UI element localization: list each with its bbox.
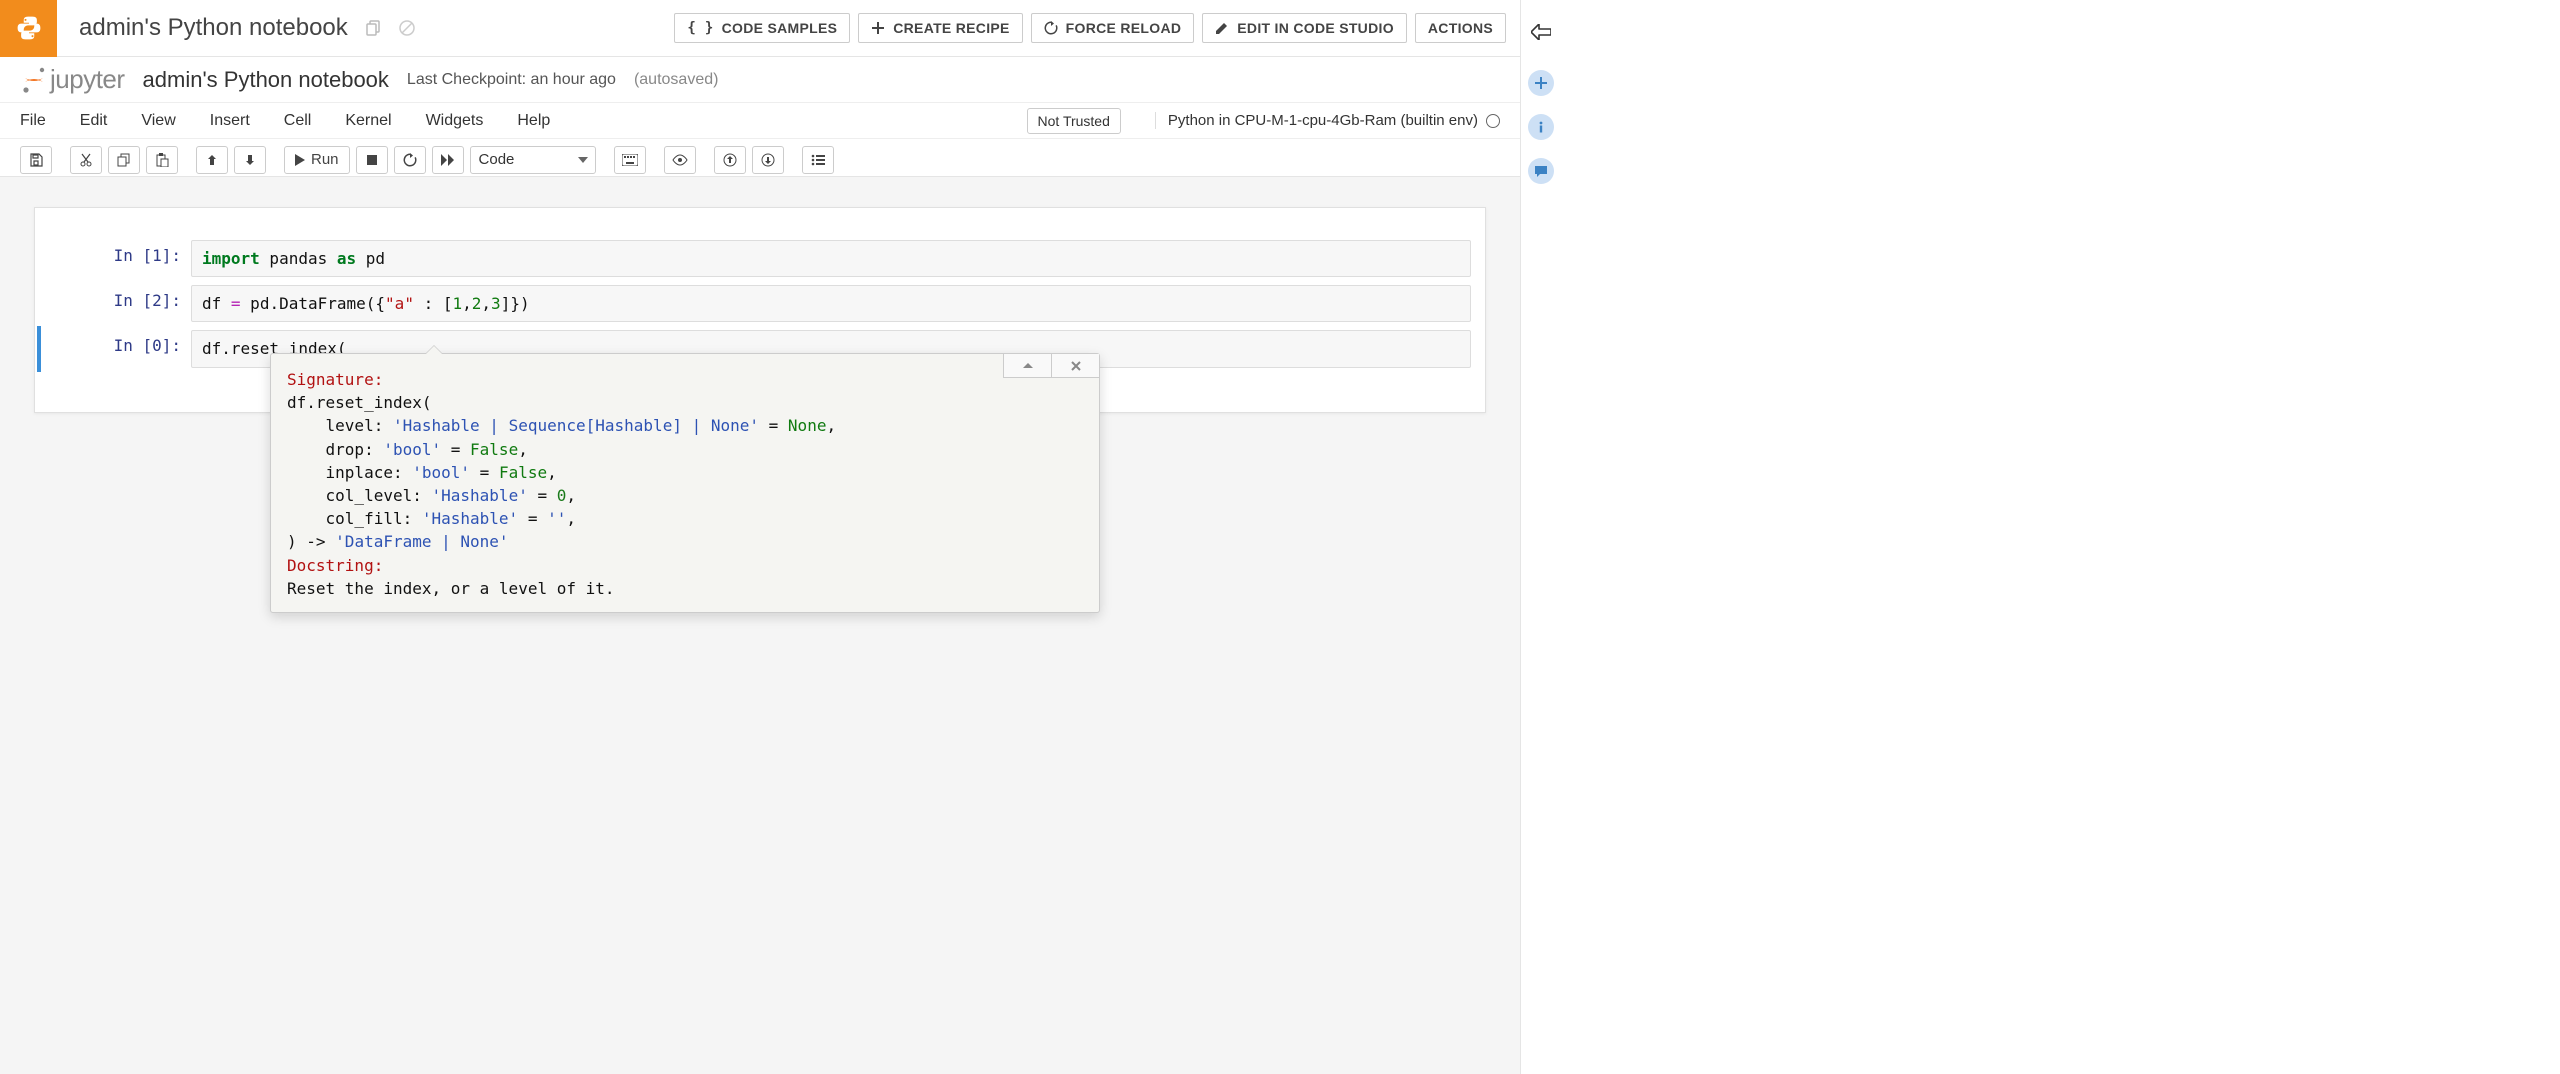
save-button[interactable] [20,146,52,174]
actions-button[interactable]: ACTIONS [1415,13,1506,43]
eye-icon [672,154,688,166]
fast-forward-icon [441,154,455,166]
run-button[interactable]: Run [284,146,350,174]
tooltip-close-button[interactable] [1051,354,1099,378]
paste-button[interactable] [146,146,178,174]
chevron-up-icon [1023,362,1033,370]
menu-cell[interactable]: Cell [284,112,312,130]
cell-type-select[interactable]: Code [470,146,596,174]
play-icon [295,154,305,166]
input-prompt: In [0]: [41,330,191,355]
arrow-down-icon [244,154,256,166]
edit-code-studio-button[interactable]: EDIT IN CODE STUDIO [1202,13,1407,43]
circle-up-icon [723,153,737,167]
arrow-up-icon [206,154,218,166]
rail-chat-button[interactable] [1528,158,1554,184]
reload-icon [1044,21,1058,35]
menu-file[interactable]: File [20,112,46,130]
save-icon [29,153,43,167]
checkpoint-label: Last Checkpoint: an hour ago [407,71,616,89]
disabled-icon [398,19,416,37]
page-title: admin's Python notebook [79,14,348,42]
rail-add-button[interactable] [1528,70,1554,96]
insert-below-button[interactable] [752,146,784,174]
move-down-button[interactable] [234,146,266,174]
app-logo[interactable] [0,0,57,57]
restart-run-button[interactable] [432,146,464,174]
chat-icon [1534,164,1548,178]
trusted-button[interactable]: Not Trusted [1027,108,1121,134]
toc-button[interactable] [802,146,834,174]
code-cell[interactable]: In [2]: df = pd.DataFrame({"a" : [1,2,3]… [41,281,1479,326]
menu-help[interactable]: Help [517,112,550,130]
jupyter-logo[interactable]: jupyter [20,64,125,95]
move-up-button[interactable] [196,146,228,174]
plus-icon [1534,76,1548,90]
restart-icon [403,153,417,167]
copy-icon [117,153,131,167]
cut-icon [79,153,93,167]
insert-above-button[interactable] [714,146,746,174]
menu-edit[interactable]: Edit [80,112,108,130]
close-icon [1071,361,1081,371]
kernel-status-icon [1486,114,1500,128]
menu-kernel[interactable]: Kernel [345,112,391,130]
paste-icon [155,153,169,167]
plus-icon [871,21,885,35]
kernel-indicator[interactable]: Python in CPU-M-1-cpu-4Gb-Ram (builtin e… [1155,112,1500,129]
python-icon [15,14,43,42]
code-input[interactable]: df = pd.DataFrame({"a" : [1,2,3]}) [191,285,1471,322]
arrow-left-icon [1531,24,1551,40]
braces-icon: { } [687,20,713,36]
rail-info-button[interactable] [1528,114,1554,140]
copy-icon[interactable] [366,20,382,36]
force-reload-button[interactable]: FORCE RELOAD [1031,13,1195,43]
copy-button[interactable] [108,146,140,174]
code-input[interactable]: import pandas as pd [191,240,1471,277]
menu-view[interactable]: View [141,112,175,130]
tooltip-expand-button[interactable] [1003,354,1051,378]
kernel-name: Python in CPU-M-1-cpu-4Gb-Ram (builtin e… [1168,112,1478,129]
input-prompt: In [1]: [41,240,191,265]
cut-button[interactable] [70,146,102,174]
interrupt-button[interactable] [356,146,388,174]
back-button[interactable] [1531,24,1551,43]
autosave-label: (autosaved) [634,71,719,89]
list-icon [811,154,825,166]
menu-insert[interactable]: Insert [210,112,250,130]
circle-down-icon [761,153,775,167]
code-cell[interactable]: In [1]: import pandas as pd [41,236,1479,281]
stop-icon [366,154,378,166]
keyboard-icon [622,154,638,166]
signature-tooltip: Signature: df.reset_index( level: 'Hasha… [270,353,1100,613]
preview-button[interactable] [664,146,696,174]
jupyter-icon [20,66,48,94]
jupyter-logo-text: jupyter [50,64,125,95]
code-samples-button[interactable]: { } CODE SAMPLES [674,13,850,43]
info-icon [1534,120,1548,134]
command-palette-button[interactable] [614,146,646,174]
input-prompt: In [2]: [41,285,191,310]
notebook-title[interactable]: admin's Python notebook [143,67,389,93]
restart-button[interactable] [394,146,426,174]
menu-widgets[interactable]: Widgets [426,112,484,130]
pencil-icon [1215,21,1229,35]
create-recipe-button[interactable]: CREATE RECIPE [858,13,1022,43]
